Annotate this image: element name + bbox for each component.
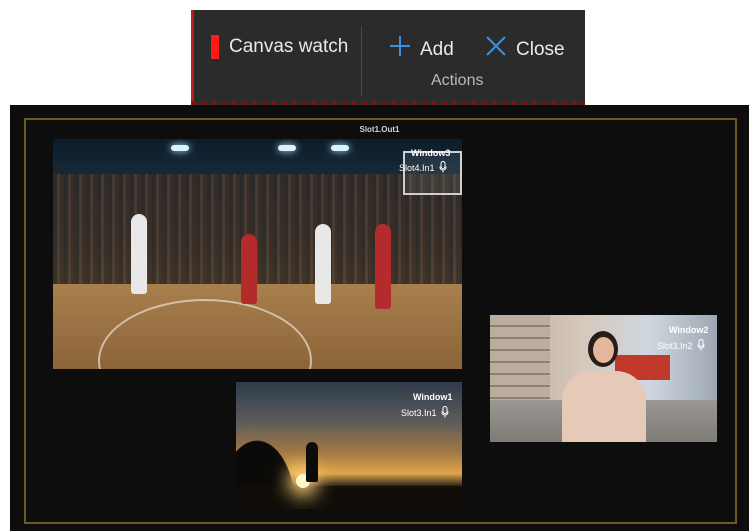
window-title: Window3 (411, 148, 451, 158)
output-label: Slot1.Out1 (359, 125, 400, 134)
reporter-face (593, 337, 614, 363)
window-title: Window2 (669, 325, 709, 335)
canvas-toolbar: Canvas watch Add Close Actions (191, 10, 585, 105)
player (131, 214, 147, 294)
window-3[interactable]: Window3 Slot4.In1 (53, 139, 462, 369)
microphone-icon[interactable] (441, 406, 449, 420)
window-2[interactable]: Window2 Slot3.In2 (490, 315, 717, 442)
toolbar-divider (361, 26, 362, 96)
window-source-label: Slot3.In1 (401, 408, 437, 418)
crowd-image (53, 174, 462, 284)
window-source-label: Slot4.In1 (399, 163, 435, 173)
player (375, 224, 391, 309)
ground (236, 486, 462, 509)
arena-light (171, 145, 189, 151)
canvas-watch-label: Canvas watch (229, 36, 349, 57)
arena-light (331, 145, 349, 151)
arena-light (278, 145, 296, 151)
window-1[interactable]: Window1 Slot3.In1 (236, 382, 462, 509)
building (490, 315, 550, 400)
microphone-icon[interactable] (439, 161, 447, 175)
close-button[interactable]: Close (485, 35, 565, 64)
plus-icon (389, 35, 411, 64)
add-label: Add (420, 38, 454, 60)
canvas-watch-button[interactable]: Canvas watch (211, 35, 348, 59)
player (315, 224, 331, 304)
window-source: Slot3.In1 (401, 406, 449, 420)
window-source: Slot3.In2 (657, 339, 705, 353)
person-silhouette (306, 442, 318, 482)
window-source-label: Slot3.In2 (657, 341, 693, 351)
close-label: Close (516, 38, 565, 60)
actions-group-label: Actions (431, 72, 484, 89)
close-icon (485, 35, 507, 64)
canvas-preview: Slot1.Out1 Window3 Slot4.In1 Window1 Slo… (10, 105, 749, 531)
toolbar-accent-line (191, 10, 194, 105)
window-source: Slot4.In1 (399, 161, 447, 175)
window-title: Window1 (413, 392, 453, 402)
player (241, 234, 257, 304)
add-button[interactable]: Add (389, 35, 454, 64)
microphone-icon[interactable] (697, 339, 705, 353)
reporter-body (562, 371, 646, 442)
canvas-watch-marker-icon (211, 35, 219, 59)
